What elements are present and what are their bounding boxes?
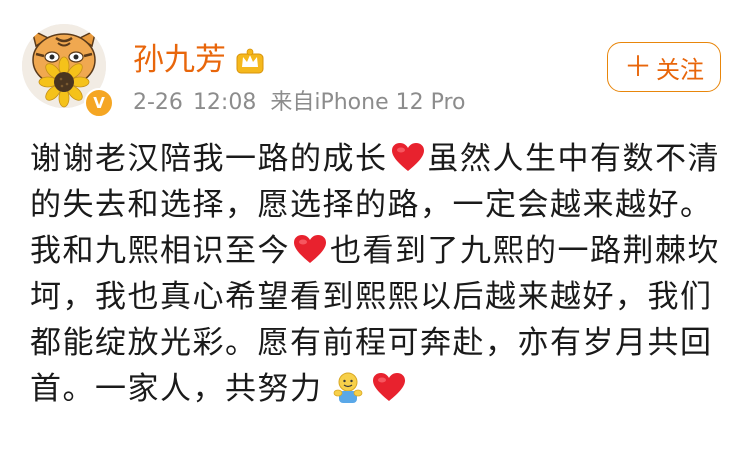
follow-label: 关注 bbox=[656, 55, 704, 84]
paragraph-2-text-a: 我和九熙相识至今 bbox=[30, 233, 290, 269]
follow-button[interactable]: ＋ 关注 bbox=[607, 42, 721, 92]
post-date: 2-26 bbox=[133, 90, 183, 115]
post-source[interactable]: 来自iPhone 12 Pro bbox=[270, 90, 465, 115]
paragraph-2: 我和九熙相识至今 也看到了九熙的一路荆棘坎坷，我也真心希望看到熙熙以后越来越好，我… bbox=[30, 228, 730, 412]
post-time: 12:08 bbox=[192, 90, 257, 115]
plus-icon: ＋ bbox=[623, 50, 652, 83]
heart-emoji-icon bbox=[372, 373, 405, 401]
post-content: 谢谢老汉陪我一路的成长 虽然人生中有数不清的失去和选择，愿选择的路，一定会越来越好… bbox=[30, 136, 730, 412]
user-name[interactable]: 孙九芳 bbox=[133, 40, 226, 80]
verified-badge: V bbox=[84, 88, 114, 118]
paragraph-1: 谢谢老汉陪我一路的成长 虽然人生中有数不清的失去和选择，愿选择的路，一定会越来越好… bbox=[30, 136, 730, 228]
v-badge-icon: V bbox=[93, 93, 105, 112]
crown-icon[interactable] bbox=[235, 45, 265, 75]
paragraph-1-text-a: 谢谢老汉陪我一路的成长 bbox=[30, 141, 388, 177]
post-meta: 2-26 12:08 来自iPhone 12 Pro bbox=[133, 89, 466, 117]
avatar-container[interactable]: V bbox=[22, 24, 114, 118]
heart-emoji-icon bbox=[294, 235, 326, 263]
weibo-post: V 孙九芳 2-26 12:08 来自iPhone 12 Pro ＋ 关注 谢谢老汉… bbox=[0, 0, 750, 457]
heart-emoji-icon bbox=[391, 143, 424, 171]
hug-emoji-icon bbox=[333, 372, 362, 403]
